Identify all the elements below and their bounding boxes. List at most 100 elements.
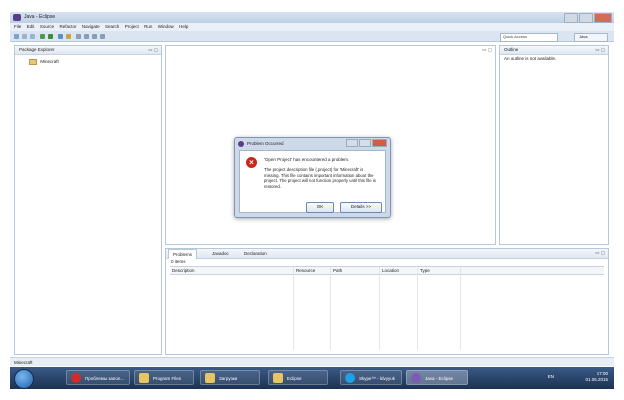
taskbar-item-label: Загрузки	[219, 376, 238, 381]
menu-window[interactable]: Window	[158, 24, 174, 29]
col-location[interactable]: Location	[382, 267, 399, 274]
menu-project[interactable]: Project	[125, 24, 139, 29]
menu-bar: File Edit Source Refactor Navigate Searc…	[10, 23, 614, 31]
new-icon[interactable]	[14, 34, 19, 39]
folder-icon	[139, 373, 149, 383]
taskbar-item-java-eclipse[interactable]: Java - Eclipse	[406, 370, 468, 385]
dialog-close-button[interactable]	[372, 139, 387, 147]
dialog-window-controls	[346, 139, 387, 147]
tree-item-label: Minecraft	[40, 59, 59, 65]
opera-icon	[71, 373, 81, 383]
toolbar: Quick Access Java	[10, 31, 614, 42]
start-orb-icon[interactable]	[14, 369, 34, 389]
taskbar-item-program-files[interactable]: Program Files	[134, 370, 194, 385]
language-indicator[interactable]: EN	[548, 374, 554, 379]
menu-search[interactable]: Search	[105, 24, 119, 29]
system-clock[interactable]: 17:00 01.06.2015	[585, 371, 608, 383]
tab-declaration[interactable]: Declaration	[244, 249, 267, 258]
outline-header: Outline ▭ ▢	[500, 46, 608, 55]
run-icon[interactable]	[48, 34, 53, 39]
menu-run[interactable]: Run	[144, 24, 152, 29]
editor-view-controls[interactable]: ▭ ▢	[482, 46, 492, 54]
col-description[interactable]: Description	[172, 267, 195, 274]
dialog-minimize-button[interactable]	[346, 139, 358, 147]
package-explorer-title[interactable]: Package Explorer	[19, 47, 55, 52]
problems-view-controls[interactable]: ▭ ▢	[595, 249, 605, 257]
maximize-button[interactable]	[579, 13, 593, 23]
taskbar-item-opera[interactable]: Проблемы запол...	[66, 370, 130, 385]
menu-edit[interactable]: Edit	[27, 24, 35, 29]
taskbar-item-label: Eclipse	[287, 376, 302, 381]
outline-view-controls[interactable]: ▭ ▢	[595, 46, 605, 54]
dialog-body: × 'Open Project' has encountered a probl…	[239, 150, 386, 213]
window-title: Java - Eclipse	[24, 14, 56, 20]
tree-item-minecraft[interactable]: Minecraft	[29, 59, 59, 65]
details-button[interactable]: Details >>	[340, 202, 382, 213]
folder-icon	[273, 373, 283, 383]
col-resource[interactable]: Resource	[296, 267, 315, 274]
taskbar-item-label: Program Files	[153, 376, 182, 381]
col-divider	[330, 267, 331, 350]
folder-icon	[205, 373, 215, 383]
ok-button[interactable]: OK	[306, 202, 334, 213]
col-path[interactable]: Path	[333, 267, 342, 274]
eclipse-icon	[411, 373, 421, 383]
title-bar: Java - Eclipse	[10, 12, 614, 23]
taskbar-item-eclipse-folder[interactable]: Eclipse	[268, 370, 328, 385]
clock-date: 01.06.2015	[585, 377, 608, 382]
col-type[interactable]: Type	[420, 267, 430, 274]
menu-source[interactable]: Source	[40, 24, 54, 29]
table-header: Description Resource Path Location Type	[170, 267, 604, 275]
java-perspective-button[interactable]: Java	[574, 33, 608, 42]
error-icon: ×	[246, 157, 257, 168]
close-button[interactable]	[594, 13, 612, 23]
col-divider	[460, 267, 461, 350]
menu-navigate[interactable]: Navigate	[82, 24, 100, 29]
taskbar-item-downloads[interactable]: Загрузки	[200, 370, 260, 385]
outline-message: An outline is not available.	[504, 56, 557, 61]
window-controls	[564, 13, 612, 23]
debug-icon[interactable]	[40, 34, 45, 39]
status-text: Minecraft	[14, 360, 33, 365]
package-explorer-header: Package Explorer ▭ ▢	[15, 46, 161, 55]
eclipse-icon	[238, 141, 244, 147]
status-bar: Minecraft	[10, 357, 614, 366]
taskbar-item-label: Skype™ - ldvyyuk	[359, 376, 396, 381]
taskbar-item-label: Проблемы запол...	[85, 376, 125, 381]
outline-panel: Outline ▭ ▢ An outline is not available.	[499, 45, 609, 245]
dialog-maximize-button[interactable]	[359, 139, 371, 147]
open-type-icon[interactable]	[66, 34, 71, 39]
new-java-project-icon[interactable]	[58, 34, 63, 39]
bottom-tabs: Problems Javadoc Declaration ▭ ▢	[166, 249, 608, 259]
folder-icon	[29, 59, 37, 65]
col-divider	[379, 267, 380, 350]
save-icon[interactable]	[22, 34, 27, 39]
menu-file[interactable]: File	[14, 24, 21, 29]
taskbar-item-skype[interactable]: Skype™ - ldvyyuk	[340, 370, 402, 385]
quick-access-input[interactable]: Quick Access	[500, 33, 558, 42]
minimize-button[interactable]	[564, 13, 578, 23]
outline-title[interactable]: Outline	[504, 47, 518, 52]
dialog-title: Problem Occurred	[247, 141, 284, 146]
taskbar: Проблемы запол... Program Files Загрузки…	[10, 367, 614, 389]
menu-refactor[interactable]: Refactor	[59, 24, 76, 29]
problems-panel: Problems Javadoc Declaration ▭ ▢ 0 items…	[165, 248, 609, 355]
items-count: 0 items	[171, 259, 186, 264]
problem-dialog: Problem Occurred × 'Open Project' has en…	[234, 137, 391, 218]
forward-icon[interactable]	[100, 34, 105, 39]
print-icon[interactable]	[30, 34, 35, 39]
dialog-heading: 'Open Project' has encountered a problem…	[264, 157, 350, 162]
col-divider	[417, 267, 418, 350]
view-controls[interactable]: ▭ ▢	[148, 46, 158, 54]
eclipse-icon	[13, 14, 21, 21]
next-annotation-icon[interactable]	[84, 34, 89, 39]
back-icon[interactable]	[92, 34, 97, 39]
tab-javadoc[interactable]: Javadoc	[212, 249, 229, 258]
package-explorer-panel: Package Explorer ▭ ▢ Minecraft	[14, 45, 162, 355]
search-icon[interactable]	[76, 34, 81, 39]
dialog-message: The project description file (.project) …	[264, 167, 376, 189]
menu-help[interactable]: Help	[179, 24, 188, 29]
col-divider	[293, 267, 294, 350]
problems-table: Description Resource Path Location Type	[170, 266, 604, 350]
tab-problems[interactable]: Problems	[168, 249, 198, 259]
